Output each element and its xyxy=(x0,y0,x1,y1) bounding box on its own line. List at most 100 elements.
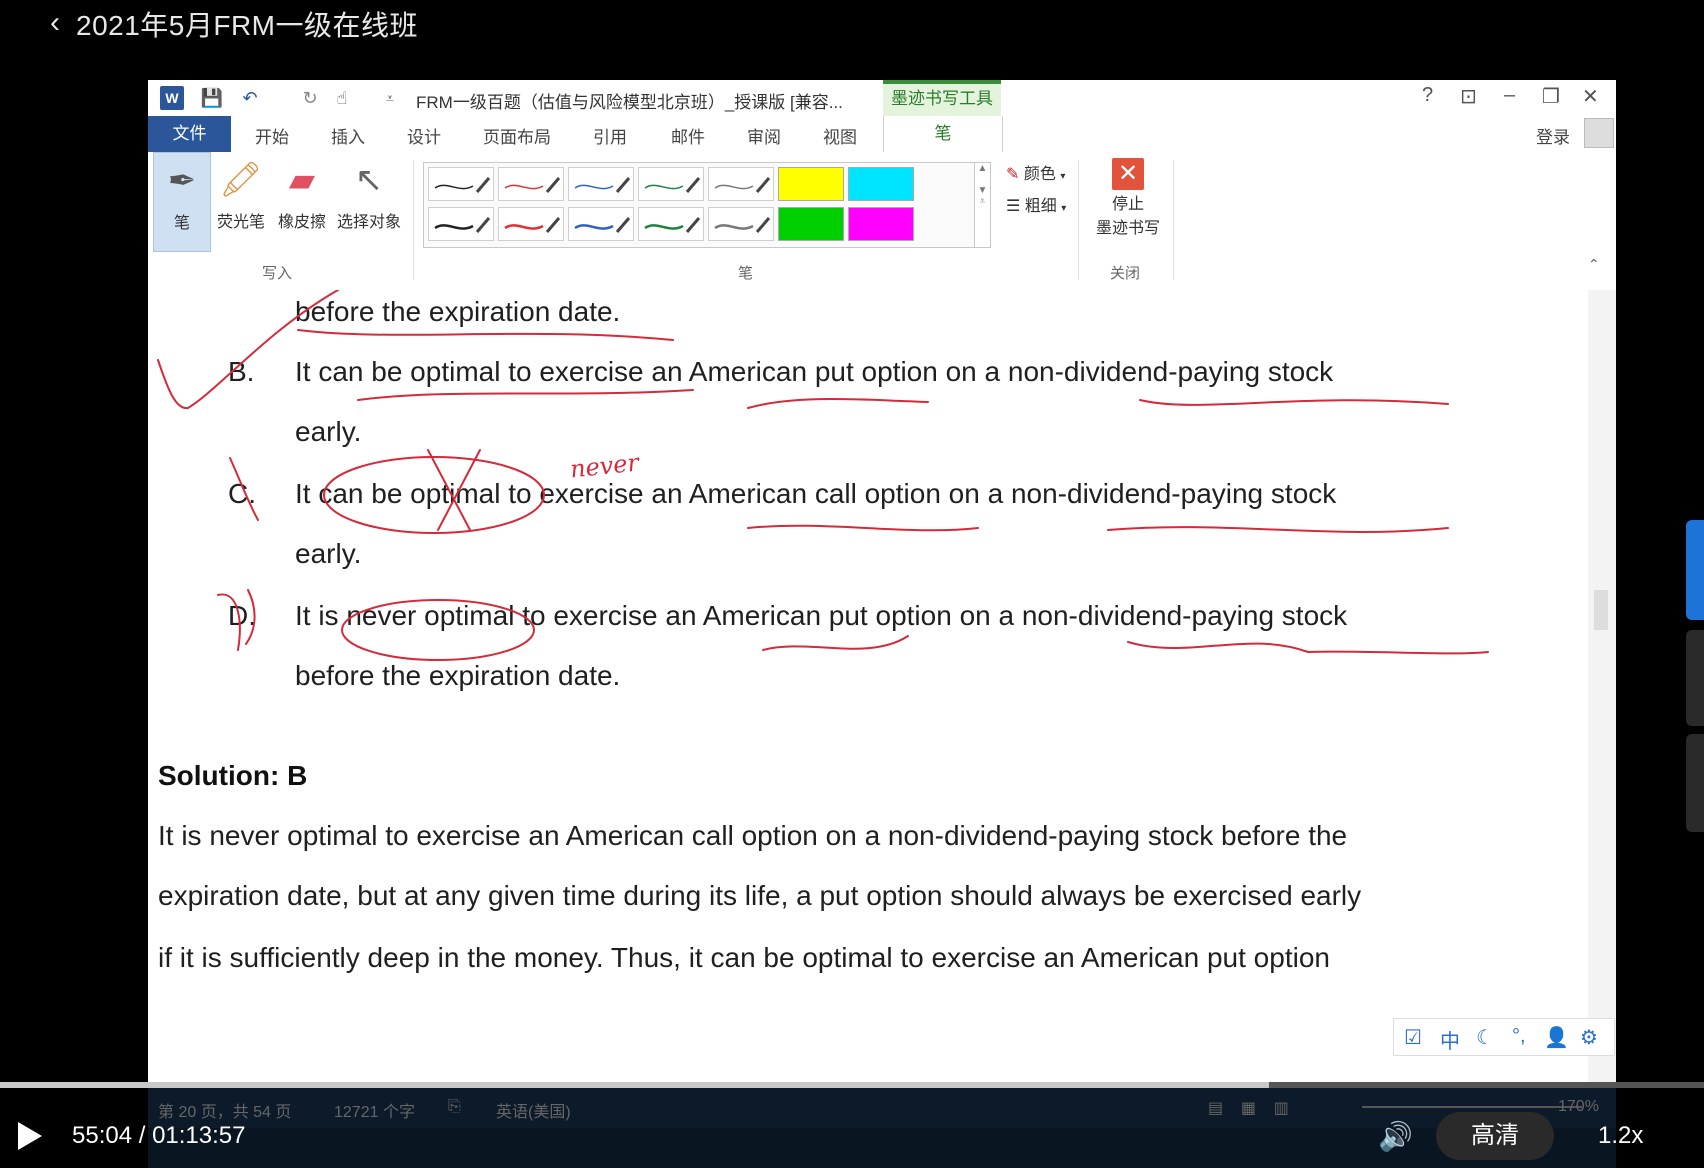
save-icon[interactable]: 💾 xyxy=(200,86,224,110)
back-chevron-icon[interactable]: ‹ xyxy=(50,6,60,40)
group-label-pen: 笔 xyxy=(738,265,754,282)
tab-view[interactable]: 视图 xyxy=(823,123,857,148)
option-b-label: B. xyxy=(228,356,255,387)
eraser-icon: ▰ xyxy=(288,161,316,199)
pen-style-swatch[interactable] xyxy=(428,207,494,241)
undo-icon[interactable]: ↶ xyxy=(238,86,262,110)
option-c-cont: early. xyxy=(295,538,362,569)
redo-icon[interactable]: ↻ xyxy=(298,86,322,110)
side-panel-tab[interactable] xyxy=(1686,734,1704,832)
pen-style-swatch[interactable] xyxy=(568,207,634,241)
tab-review[interactable]: 审阅 xyxy=(747,123,781,148)
ribbon-separator xyxy=(1078,160,1079,280)
tab-insert[interactable]: 插入 xyxy=(331,123,365,148)
pointer-icon: ↖ xyxy=(354,161,384,199)
highlighter-style-swatch[interactable] xyxy=(778,207,844,241)
pen-color-dropdown[interactable]: ✎ 颜色 ▾ xyxy=(1006,160,1065,184)
ime-checkbox-icon[interactable]: ☑ xyxy=(1404,1025,1422,1050)
quality-button[interactable]: 高清 xyxy=(1436,1112,1554,1160)
highlighter-button[interactable]: 🖍 荧光笔 xyxy=(210,152,272,252)
chevron-down-icon: ▾ xyxy=(1061,203,1067,214)
close-x-icon: ✕ xyxy=(1112,158,1144,190)
option-c-label: C. xyxy=(228,478,256,509)
close-icon[interactable]: ✕ xyxy=(1582,84,1599,109)
ime-moon-icon[interactable]: ☾ xyxy=(1476,1025,1494,1050)
player-top-bar: ‹ 2021年5月FRM一级在线班 xyxy=(0,0,1704,80)
chevron-down-icon: ▾ xyxy=(1060,171,1066,182)
group-label-write: 写入 xyxy=(262,265,293,282)
customize-qat-icon[interactable]: ⩡ xyxy=(378,86,402,110)
highlighter-style-swatch[interactable] xyxy=(778,167,844,201)
ink-underline-c1 xyxy=(747,524,979,532)
touch-mode-icon[interactable]: ☝ xyxy=(330,86,354,110)
pen-style-swatch[interactable] xyxy=(708,207,774,241)
vertical-scrollbar[interactable] xyxy=(1588,290,1616,1085)
pen-style-swatch[interactable] xyxy=(498,207,564,241)
player-controls: 55:04 / 01:13:57 🔊 高清 1.2x xyxy=(0,1090,1704,1168)
play-icon[interactable] xyxy=(18,1122,42,1150)
tab-file[interactable]: 文件 xyxy=(148,116,231,152)
tab-references[interactable]: 引用 xyxy=(593,123,627,148)
side-panel-tab[interactable] xyxy=(1686,520,1704,620)
tab-design[interactable]: 设计 xyxy=(407,123,441,148)
gallery-scroll[interactable]: ▲ ▼ ⩡ xyxy=(975,162,991,248)
explanation-line-3: if it is sufficiently deep in the money.… xyxy=(158,942,1330,973)
login-link[interactable]: 登录 xyxy=(1536,123,1570,148)
pen-style-swatch[interactable] xyxy=(498,167,564,201)
tab-home[interactable]: 开始 xyxy=(255,123,289,148)
ribbon-pen: ✒ 笔 🖍 荧光笔 ▰ 橡皮擦 ↖ 选择对象 写入 ▲ ▼ ⩡ 笔 ✎ 颜色 ▾ ☰… xyxy=(148,152,1616,291)
tab-pen[interactable]: 笔 xyxy=(883,116,1003,153)
highlighter-style-swatch[interactable] xyxy=(848,207,914,241)
ribbon-display-icon[interactable]: ⊡ xyxy=(1460,84,1477,109)
progress-bar[interactable] xyxy=(0,1082,1704,1088)
ink-underline-d2 xyxy=(1127,641,1489,655)
option-a-tail: before the expiration date. xyxy=(295,296,621,327)
pen-style-swatch[interactable] xyxy=(638,167,704,201)
pen-style-swatch[interactable] xyxy=(428,167,494,201)
video-frame[interactable]: W 💾 ↶ ↻ ☝ ⩡ FRM一级百题（估值与风险模型北京班）_授课版 [兼容.… xyxy=(148,80,1616,1088)
solution-heading: Solution: B xyxy=(158,760,308,791)
tab-mailings[interactable]: 邮件 xyxy=(671,123,705,148)
ime-settings-gear-icon[interactable]: ⚙ xyxy=(1580,1025,1598,1050)
ink-underline-d1 xyxy=(762,635,909,651)
progress-fill xyxy=(0,1082,1270,1088)
scrollbar-thumb[interactable] xyxy=(1594,590,1608,630)
document-title: FRM一级百题（估值与风险模型北京班）_授课版 [兼容... xyxy=(416,93,843,112)
ribbon-separator xyxy=(1173,160,1174,280)
explanation-line-2: expiration date, but at any given time d… xyxy=(158,880,1362,911)
group-label-close: 关闭 xyxy=(1110,265,1141,282)
minimize-icon[interactable]: – xyxy=(1504,84,1515,107)
ime-punct-icon[interactable]: °, xyxy=(1512,1025,1526,1048)
ime-user-icon[interactable]: 👤 xyxy=(1544,1025,1569,1050)
ink-underline-b2 xyxy=(747,398,929,409)
ink-underline-a xyxy=(297,329,674,341)
collapse-ribbon-icon[interactable]: ⌃ xyxy=(1588,256,1600,273)
option-b-text: It can be optimal to exercise an America… xyxy=(295,356,1334,387)
eraser-button[interactable]: ▰ 橡皮擦 xyxy=(272,152,332,252)
help-icon[interactable]: ? xyxy=(1422,84,1433,107)
word-app-icon: W xyxy=(160,86,184,110)
option-d-text: It is never optimal to exercise an Ameri… xyxy=(295,600,1348,631)
speed-button[interactable]: 1.2x xyxy=(1598,1122,1643,1150)
stop-inking-button[interactable]: ✕ 停止 墨迹书写 xyxy=(1088,158,1168,238)
restore-icon[interactable]: ❐ xyxy=(1542,84,1560,109)
document-page[interactable]: before the expiration date. B. It can be… xyxy=(148,290,1588,1085)
tab-layout[interactable]: 页面布局 xyxy=(483,123,551,148)
option-d-label: D. xyxy=(228,600,256,631)
pen-thickness-dropdown[interactable]: ☰ 粗细 ▾ xyxy=(1006,192,1066,216)
side-panel-tab[interactable] xyxy=(1686,630,1704,726)
select-objects-button[interactable]: ↖ 选择对象 xyxy=(332,152,406,252)
option-b-cont: early. xyxy=(295,416,362,447)
pen-icon: ✒ xyxy=(167,162,197,200)
word-titlebar: W 💾 ↶ ↻ ☝ ⩡ FRM一级百题（估值与风险模型北京班）_授课版 [兼容.… xyxy=(148,80,1616,117)
ime-chinese-mode[interactable]: 中 xyxy=(1440,1025,1460,1054)
pen-style-swatch[interactable] xyxy=(638,207,704,241)
pen-style-swatch[interactable] xyxy=(568,167,634,201)
volume-icon[interactable]: 🔊 xyxy=(1378,1120,1413,1153)
avatar[interactable] xyxy=(1584,118,1614,148)
pen-tool-button[interactable]: ✒ 笔 xyxy=(153,152,211,252)
pen-style-swatch[interactable] xyxy=(708,167,774,201)
highlighter-style-swatch[interactable] xyxy=(848,167,914,201)
pen-style-gallery xyxy=(423,162,975,248)
pen-color-icon: ✎ xyxy=(1006,166,1020,183)
